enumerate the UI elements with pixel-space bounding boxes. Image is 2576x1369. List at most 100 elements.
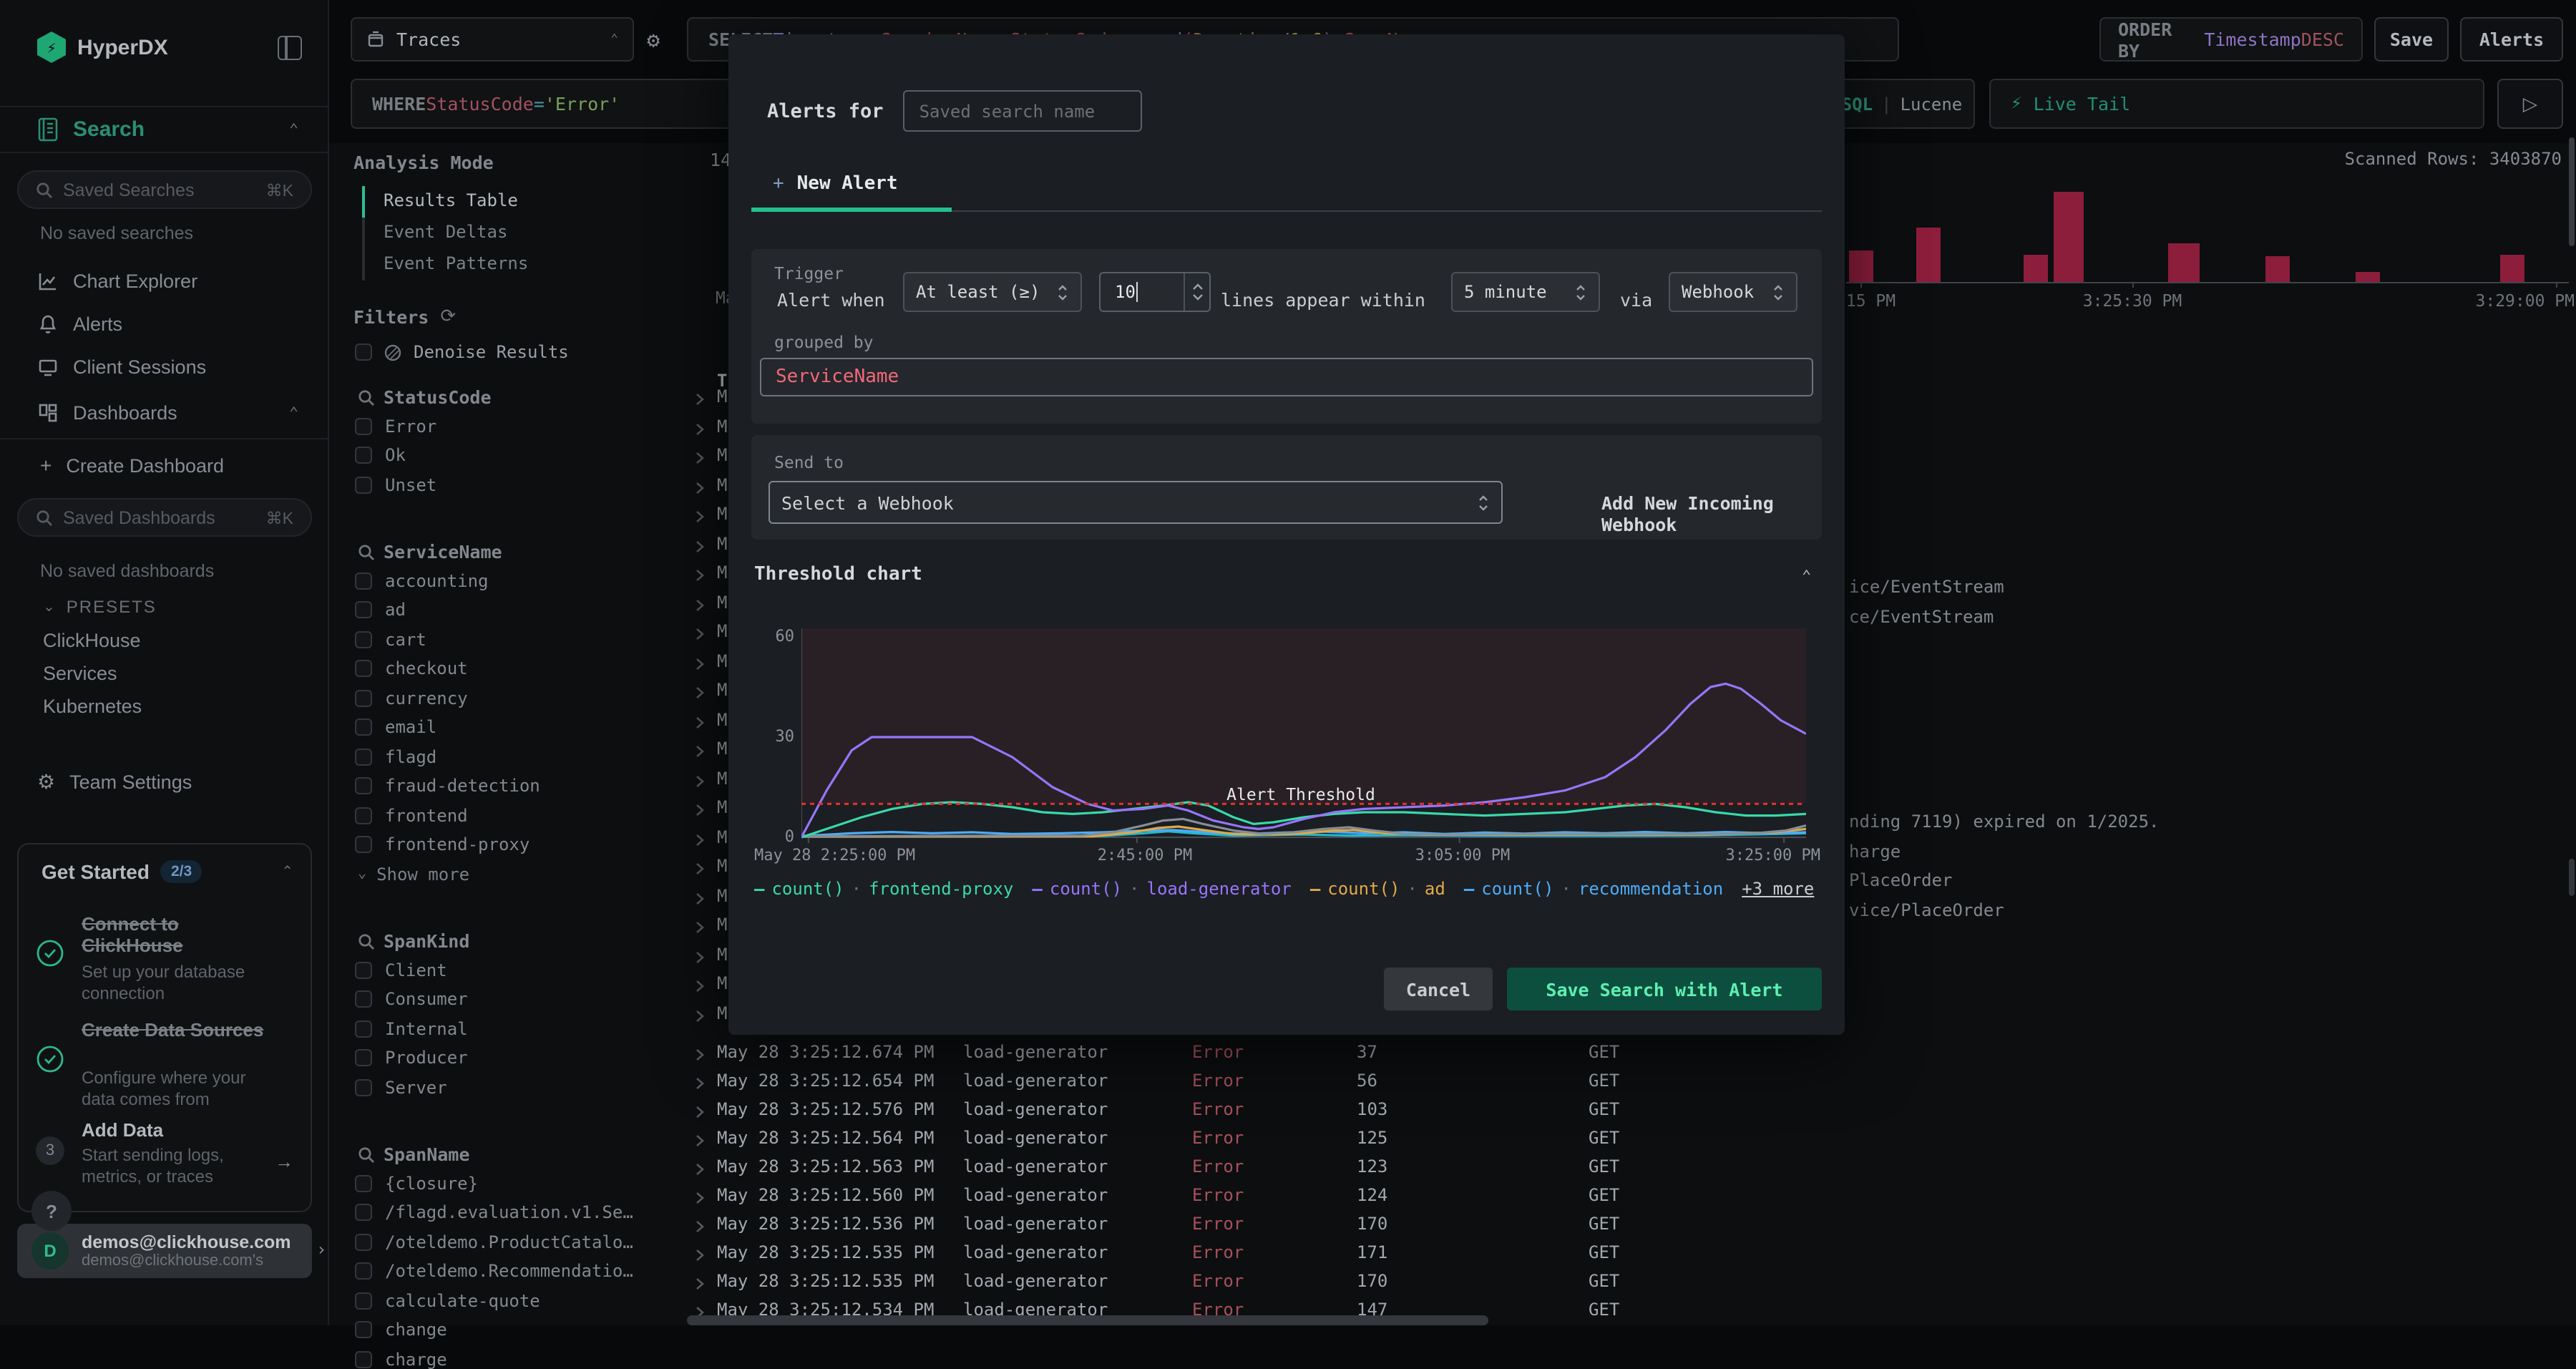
checkbox[interactable]: [355, 660, 372, 677]
filter-item[interactable]: /flagd.evaluation.v1.Se…: [355, 1202, 633, 1222]
expand-row-icon[interactable]: [694, 743, 706, 763]
sidebar-item-clickhouse[interactable]: ClickHouse: [43, 630, 141, 651]
filter-group-servicename[interactable]: ServiceName: [358, 541, 502, 562]
filter-item[interactable]: /oteldemo.Recommendatio…: [355, 1261, 633, 1281]
table-row-clipped[interactable]: M: [687, 739, 728, 763]
chevron-up-icon[interactable]: ⌃: [281, 864, 293, 880]
expand-row-icon[interactable]: [694, 625, 706, 645]
language-toggle[interactable]: SQL | Lucene: [1829, 79, 1975, 129]
save-search-with-alert-button[interactable]: Save Search with Alert: [1507, 968, 1822, 1010]
webhook-select[interactable]: Select a Webhook: [769, 481, 1503, 524]
interval-select[interactable]: 5 minute: [1451, 272, 1600, 312]
table-row-clipped[interactable]: M: [687, 621, 728, 645]
expand-row-icon[interactable]: [694, 596, 706, 616]
show-more-button[interactable]: ⌄ Show more: [358, 864, 469, 884]
table-row-clipped[interactable]: M: [687, 885, 728, 910]
user-account-button[interactable]: D demos@clickhouse.com demos@clickhouse.…: [17, 1224, 312, 1278]
table-row-clipped[interactable]: M: [687, 445, 728, 469]
table-row[interactable]: May 28 3:25:12.674 PM load-generator Err…: [687, 1039, 2576, 1068]
sidebar-item-services[interactable]: Services: [43, 663, 117, 684]
grouped-by-input[interactable]: ServiceName: [760, 358, 1813, 396]
filter-item[interactable]: flagd: [355, 746, 436, 766]
saved-dashboards-input[interactable]: Saved Dashboards ⌘K: [17, 498, 312, 537]
analysis-tab-event-patterns[interactable]: Event Patterns: [384, 253, 528, 273]
vertical-scrollbar[interactable]: [2569, 137, 2575, 246]
table-row-clipped[interactable]: M: [687, 827, 728, 851]
tab-new-alert[interactable]: + New Alert: [773, 173, 898, 195]
expand-row-icon[interactable]: [694, 391, 706, 411]
table-row-clipped[interactable]: M: [687, 797, 728, 822]
expand-row-icon[interactable]: [694, 831, 706, 851]
chevron-up-icon[interactable]: ⌃: [289, 120, 298, 139]
filter-item[interactable]: frontend: [355, 805, 468, 825]
table-row-clipped[interactable]: M: [687, 856, 728, 880]
threshold-value-input[interactable]: 10: [1099, 272, 1211, 312]
checkbox[interactable]: [355, 1292, 372, 1309]
filter-group-spanname[interactable]: SpanName: [358, 1144, 469, 1165]
expand-row-icon[interactable]: [694, 1007, 706, 1027]
table-row-clipped[interactable]: M: [687, 1003, 728, 1027]
legend-item[interactable]: — count() · ad: [1310, 879, 1445, 899]
cancel-button[interactable]: Cancel: [1384, 968, 1493, 1010]
expand-row-icon[interactable]: [694, 713, 706, 734]
lucene-toggle[interactable]: Lucene: [1901, 94, 1963, 114]
checkbox[interactable]: [355, 961, 372, 978]
alerts-button[interactable]: Alerts: [2460, 17, 2563, 62]
expand-row-icon[interactable]: [694, 1218, 706, 1238]
expand-row-icon[interactable]: [694, 1275, 706, 1295]
sidebar-item-chart-explorer[interactable]: Chart Explorer: [37, 271, 197, 292]
chevron-right-icon[interactable]: ›: [316, 1239, 326, 1260]
table-row[interactable]: May 28 3:25:12.564 PM load-generator Err…: [687, 1125, 2576, 1154]
saved-searches-input[interactable]: Saved Searches ⌘K: [17, 170, 312, 209]
table-row-clipped[interactable]: M: [687, 474, 728, 499]
filter-item[interactable]: /oteldemo.ProductCatalo…: [355, 1232, 633, 1252]
table-row-clipped[interactable]: M: [687, 973, 728, 998]
checkbox[interactable]: [355, 1174, 372, 1192]
filter-item[interactable]: Producer: [355, 1048, 468, 1068]
expand-row-icon[interactable]: [694, 684, 706, 704]
table-row[interactable]: May 28 3:25:12.654 PM load-generator Err…: [687, 1068, 2576, 1096]
legend-item[interactable]: — count() · load-generator: [1032, 879, 1291, 899]
expand-row-icon[interactable]: [694, 802, 706, 822]
checkbox[interactable]: [355, 1049, 372, 1066]
filter-item[interactable]: {closure}: [355, 1173, 478, 1193]
expand-row-icon[interactable]: [694, 860, 706, 880]
checkbox[interactable]: [355, 476, 372, 493]
table-row[interactable]: May 28 3:25:12.576 PM load-generator Err…: [687, 1096, 2576, 1125]
filter-item[interactable]: Ok: [355, 445, 406, 465]
expand-row-icon[interactable]: [694, 1132, 706, 1152]
filter-item[interactable]: Error: [355, 416, 436, 436]
sidebar-item-dashboards[interactable]: Dashboards: [37, 402, 177, 424]
filter-item[interactable]: cart: [355, 629, 426, 649]
checkbox[interactable]: [355, 1078, 372, 1096]
filter-item[interactable]: Consumer: [355, 989, 468, 1009]
expand-row-icon[interactable]: [694, 1075, 706, 1095]
source-select[interactable]: Traces ⌃: [351, 17, 634, 62]
table-row-clipped[interactable]: M: [687, 416, 728, 440]
checkbox[interactable]: [355, 447, 372, 464]
legend-more[interactable]: +3 more: [1742, 879, 1814, 899]
filter-item[interactable]: currency: [355, 688, 468, 708]
filter-item[interactable]: Internal: [355, 1018, 468, 1038]
create-dashboard-button[interactable]: + Create Dashboard: [40, 454, 224, 477]
table-row-clipped[interactable]: M: [687, 915, 728, 939]
table-row-clipped[interactable]: M: [687, 768, 728, 792]
channel-select[interactable]: Webhook: [1669, 272, 1797, 312]
expand-row-icon[interactable]: [694, 655, 706, 675]
checkbox[interactable]: [355, 689, 372, 706]
table-row[interactable]: May 28 3:25:12.536 PM load-generator Err…: [687, 1211, 2576, 1239]
order-by-input[interactable]: ORDER BY Timestamp DESC: [2099, 17, 2363, 62]
collapse-sidebar-icon[interactable]: [278, 36, 302, 60]
expand-row-icon[interactable]: [694, 420, 706, 440]
filter-item[interactable]: accounting: [355, 570, 489, 590]
expand-row-icon[interactable]: [694, 948, 706, 968]
table-row-clipped[interactable]: M: [687, 592, 728, 616]
checkbox[interactable]: [355, 1233, 372, 1250]
expand-row-icon[interactable]: [694, 1161, 706, 1181]
filter-item[interactable]: fraud-detection: [355, 776, 540, 796]
checkbox[interactable]: [355, 630, 372, 648]
sidebar-item-search[interactable]: Search: [37, 117, 145, 142]
filter-item[interactable]: Unset: [355, 474, 436, 495]
expand-row-icon[interactable]: [694, 1104, 706, 1124]
table-row-clipped[interactable]: M: [687, 533, 728, 557]
